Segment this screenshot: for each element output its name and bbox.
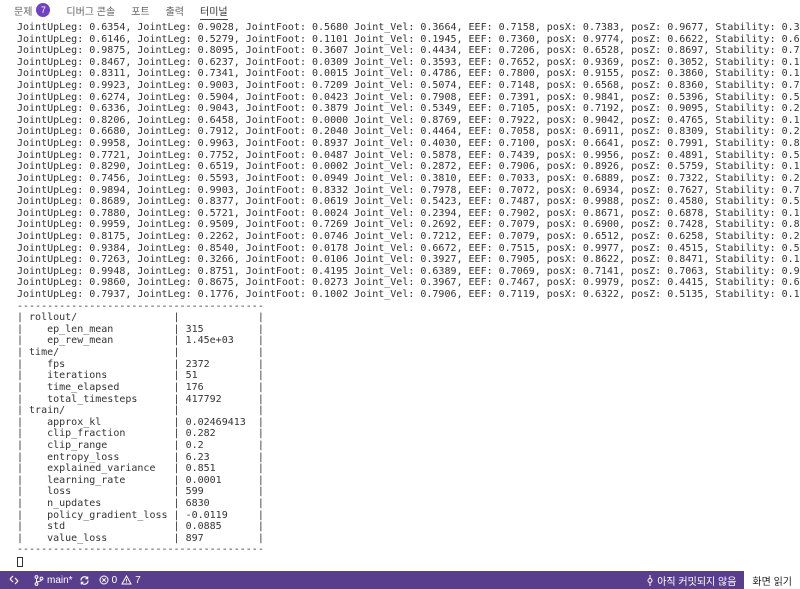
tab-output[interactable]: 출력 <box>166 0 184 20</box>
remote-icon <box>9 575 19 585</box>
terminal-line: JointUpLeg: 0.9894, JointLeg: 0.9903, Jo… <box>17 184 800 196</box>
terminal-line: JointUpLeg: 0.8175, JointLeg: 0.2262, Jo… <box>17 230 800 242</box>
problems-count-badge: 7 <box>36 3 51 17</box>
screen-reader-mode-label: 화면 읽기 <box>752 576 792 588</box>
terminal-line: JointUpLeg: 0.7263, JointLeg: 0.3266, Jo… <box>17 254 800 266</box>
branch-name: main* <box>47 574 73 586</box>
sync-button[interactable] <box>79 575 93 586</box>
tab-problems-label: 문제 <box>14 6 33 18</box>
terminal-line: JointUpLeg: 0.9923, JointLeg: 0.9003, Jo… <box>17 80 800 92</box>
terminal-line: JointUpLeg: 0.7937, JointLeg: 0.1776, Jo… <box>17 289 800 301</box>
terminal-line: | total_timesteps | 417792 | <box>17 393 264 405</box>
terminal-line: | loss | 599 | <box>17 486 264 498</box>
warning-icon <box>121 575 132 585</box>
terminal-line: JointUpLeg: 0.6354, JointLeg: 0.9028, Jo… <box>17 22 800 33</box>
status-bar: main* 0 7 아직 커밋되지 않음 화면 읽기 <box>0 571 800 589</box>
terminal-line: | learning_rate | 0.0001 | <box>17 474 264 486</box>
terminal-line: JointUpLeg: 0.9860, JointLeg: 0.8675, Jo… <box>17 277 800 289</box>
error-count: 0 <box>111 574 118 586</box>
terminal-line: | fps | 2372 | <box>17 358 264 370</box>
terminal-line: | value_loss | 897 | <box>17 532 264 544</box>
terminal-line: JointUpLeg: 0.7721, JointLeg: 0.7752, Jo… <box>17 149 800 161</box>
branch-indicator[interactable]: main* <box>34 575 73 586</box>
terminal-line: JointUpLeg: 0.7880, JointLeg: 0.5721, Jo… <box>17 207 800 219</box>
tab-output-label: 출력 <box>165 6 184 18</box>
terminal-line: | time/ | | <box>17 347 264 359</box>
terminal-line: | ep_len_mean | 315 | <box>17 323 264 335</box>
terminal-line: JointUpLeg: 0.9875, JointLeg: 0.8095, Jo… <box>17 45 800 57</box>
terminal-line: JointUpLeg: 0.9948, JointLeg: 0.8751, Jo… <box>17 265 800 277</box>
terminal-line: ----------------------------------------… <box>17 544 264 556</box>
screen-reader-mode-button[interactable]: 화면 읽기 <box>744 571 800 589</box>
tab-ports[interactable]: 포트 <box>131 0 149 20</box>
commit-status-label: 아직 커밋되지 않음 <box>657 576 737 588</box>
terminal-line: JointUpLeg: 0.6680, JointLeg: 0.7912, Jo… <box>17 126 800 138</box>
terminal-line: ----------------------------------------… <box>17 300 264 312</box>
tab-terminal[interactable]: 터미널 <box>200 0 228 20</box>
terminal-line: JointUpLeg: 0.8311, JointLeg: 0.7341, Jo… <box>17 68 800 80</box>
terminal-line: JointUpLeg: 0.8689, JointLeg: 0.8377, Jo… <box>17 196 800 208</box>
terminal-line: | clip_fraction | 0.282 | <box>17 428 264 440</box>
git-branch-icon <box>34 574 44 586</box>
remote-indicator[interactable] <box>0 571 28 589</box>
terminal-line: | rollout/ | | <box>17 312 264 324</box>
terminal-line: JointUpLeg: 0.6274, JointLeg: 0.5904, Jo… <box>17 91 800 103</box>
terminal-line: | explained_variance | 0.851 | <box>17 463 264 475</box>
terminal-line: | ep_rew_mean | 1.45e+03 | <box>17 335 264 347</box>
terminal-line: | approx_kl | 0.02469413 | <box>17 416 264 428</box>
terminal-line: | iterations | 51 | <box>17 370 264 382</box>
error-icon <box>99 575 109 585</box>
terminal-line: JointUpLeg: 0.8290, JointLeg: 0.6519, Jo… <box>17 161 800 173</box>
git-commit-icon <box>647 574 653 586</box>
terminal-line: JointUpLeg: 0.8467, JointLeg: 0.6237, Jo… <box>17 56 800 68</box>
terminal-line: JointUpLeg: 0.8206, JointLeg: 0.6458, Jo… <box>17 114 800 126</box>
commit-status[interactable]: 아직 커밋되지 않음 <box>646 573 736 588</box>
terminal-line: | train/ | | <box>17 405 264 417</box>
panel-tab-bar: 문제 7 디버그 콘솔 포트 출력 터미널 <box>0 0 800 20</box>
tab-ports-label: 포트 <box>131 6 150 18</box>
tab-debug-console[interactable]: 디버그 콘솔 <box>66 0 115 20</box>
terminal-line: JointUpLeg: 0.9959, JointLeg: 0.9509, Jo… <box>17 219 800 231</box>
tab-debug-console-label: 디버그 콘솔 <box>66 6 116 18</box>
terminal-cursor <box>17 557 23 568</box>
terminal-line: JointUpLeg: 0.7456, JointLeg: 0.5593, Jo… <box>17 172 800 184</box>
status-bar-right: 아직 커밋되지 않음 화면 읽기 <box>640 571 800 589</box>
terminal-prompt-line[interactable] <box>0 556 800 568</box>
terminal-line: | time_elapsed | 176 | <box>17 381 264 393</box>
terminal-line: | policy_gradient_loss | -0.0119 | <box>17 509 264 521</box>
sync-icon <box>80 575 89 585</box>
terminal-line: JointUpLeg: 0.9384, JointLeg: 0.8540, Jo… <box>17 242 800 254</box>
problems-indicator[interactable]: 0 7 <box>99 575 141 586</box>
terminal-output[interactable]: JointUpLeg: 0.6354, JointLeg: 0.9028, Jo… <box>0 22 800 571</box>
terminal-line: JointUpLeg: 0.6336, JointLeg: 0.9043, Jo… <box>17 103 800 115</box>
terminal-line: | entropy_loss | 6.23 | <box>17 451 264 463</box>
warning-count: 7 <box>135 574 141 586</box>
terminal-line: JointUpLeg: 0.9958, JointLeg: 0.9963, Jo… <box>17 138 800 150</box>
terminal-line: JointUpLeg: 0.6146, JointLeg: 0.5279, Jo… <box>17 33 800 45</box>
terminal-line: | std | 0.0885 | <box>17 521 264 533</box>
tab-terminal-label: 터미널 <box>200 6 228 18</box>
terminal-line: | n_updates | 6830 | <box>17 497 264 509</box>
tab-problems[interactable]: 문제 7 <box>14 0 51 20</box>
terminal-line: | clip_range | 0.2 | <box>17 439 264 451</box>
